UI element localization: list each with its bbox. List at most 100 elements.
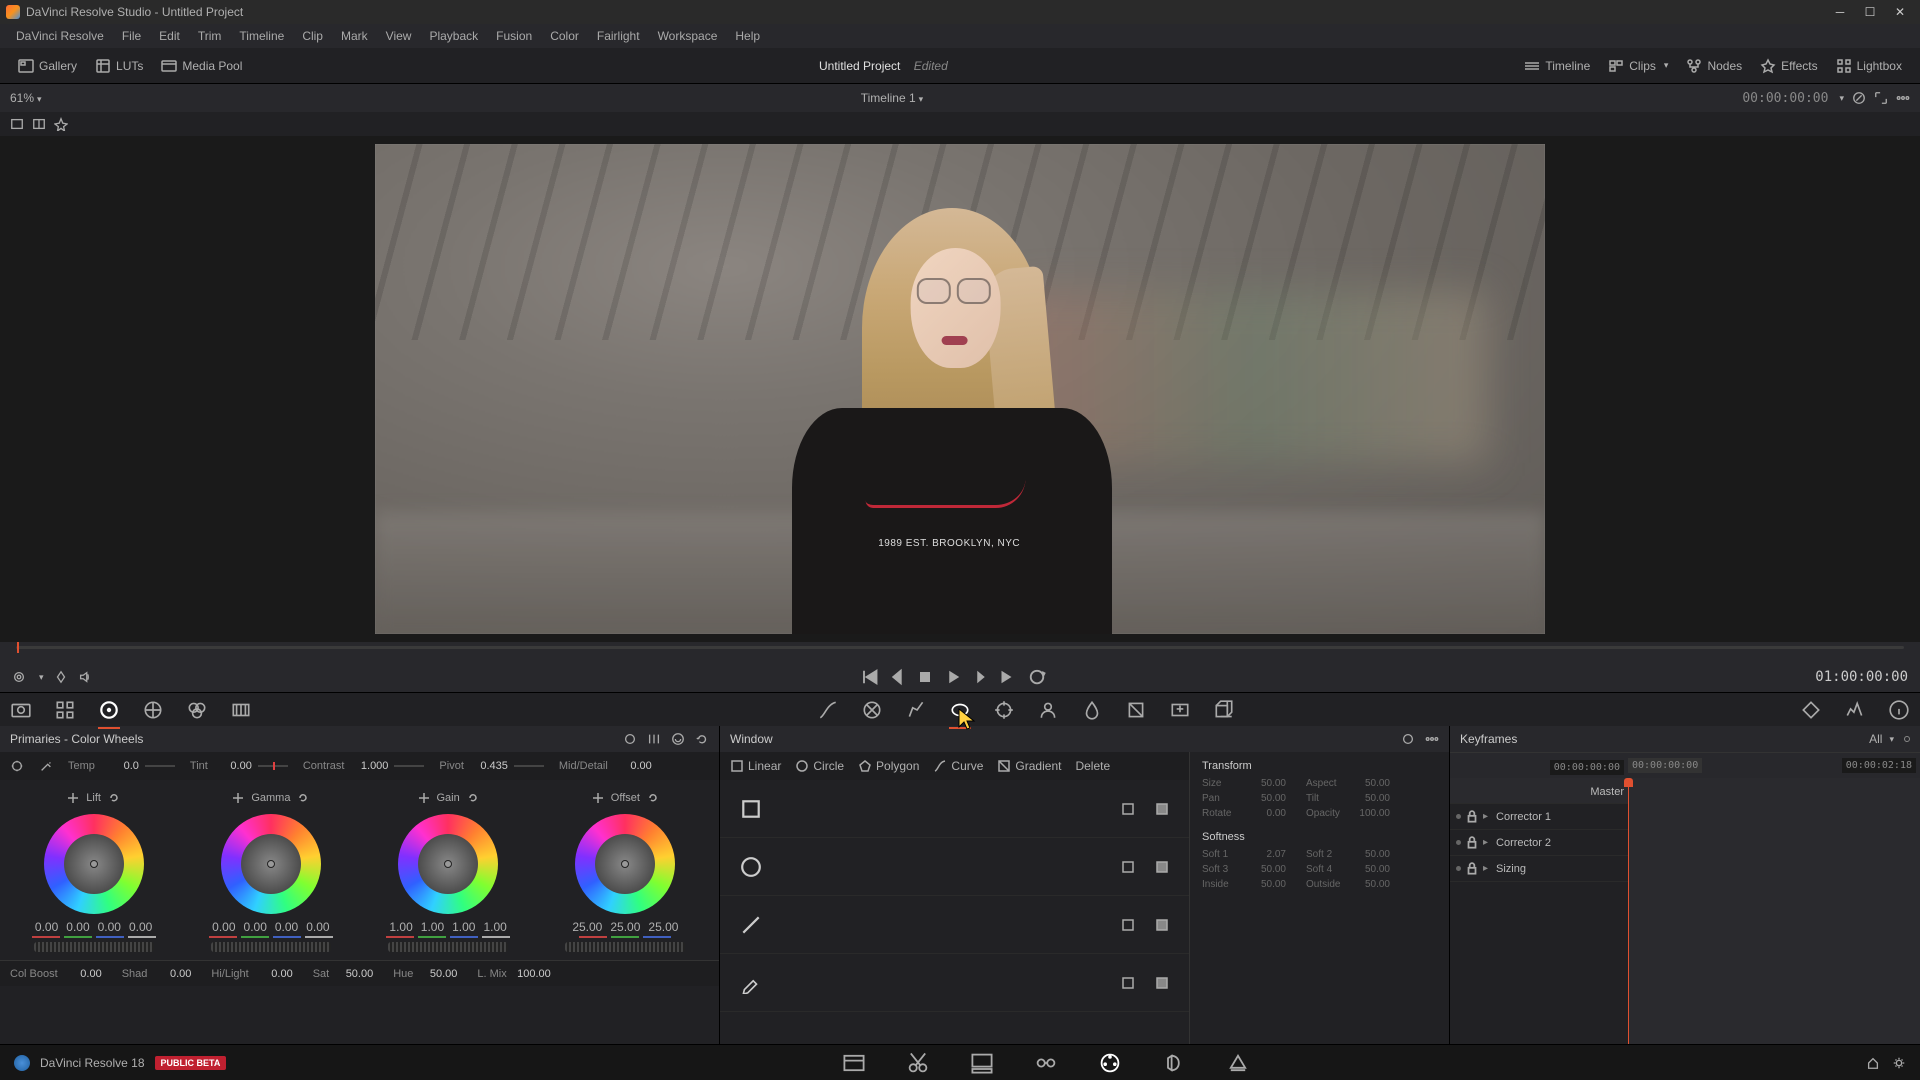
color-wheel-offset[interactable] (575, 814, 675, 914)
color-wheels-icon[interactable] (98, 699, 120, 721)
shape-circle-row[interactable] (720, 838, 1189, 896)
record-timecode[interactable]: 01:00:00:00 (1815, 669, 1908, 685)
hue-value[interactable]: 50.00 (419, 968, 457, 980)
hdr-wheels-icon[interactable] (142, 699, 164, 721)
shape-curve-row[interactable] (720, 896, 1189, 954)
colboost-value[interactable]: 0.00 (64, 968, 102, 980)
keyframes-playhead[interactable] (1628, 778, 1629, 1044)
camera-raw-icon[interactable] (10, 699, 32, 721)
prev-button[interactable] (887, 667, 907, 687)
viewer-image[interactable]: 1989 EST. BROOKLYN, NYC (375, 144, 1545, 634)
menu-trim[interactable]: Trim (190, 26, 230, 46)
shad-value[interactable]: 0.00 (153, 968, 191, 980)
loop-button[interactable] (1027, 667, 1047, 687)
sat-value[interactable]: 50.00 (335, 968, 373, 980)
bars-mode-icon[interactable] (647, 732, 661, 746)
temp-value[interactable]: 0.0 (101, 760, 139, 772)
lock-icon[interactable] (1465, 810, 1479, 824)
expand-icon[interactable]: ▸ (1483, 837, 1488, 848)
wheel-picker-icon[interactable] (66, 791, 80, 805)
wheel-reset-icon[interactable] (646, 791, 660, 805)
expand-icon[interactable] (1874, 91, 1888, 105)
window-icon[interactable] (949, 699, 971, 721)
linear-tab[interactable]: Linear (730, 759, 781, 773)
rgb-mixer-icon[interactable] (186, 699, 208, 721)
wheels-mode-icon[interactable] (623, 732, 637, 746)
pivot-value[interactable]: 0.435 (470, 760, 508, 772)
wheel-jog[interactable] (565, 942, 685, 952)
lock-icon[interactable] (1465, 836, 1479, 850)
window-preset-icon[interactable] (1401, 732, 1415, 746)
wheel-reset-icon[interactable] (296, 791, 310, 805)
menu-clip[interactable]: Clip (294, 26, 331, 46)
mute-icon[interactable] (78, 670, 92, 684)
lmix-value[interactable]: 100.00 (513, 968, 551, 980)
color-checker-icon[interactable] (54, 699, 76, 721)
timeline-button[interactable]: Timeline (1516, 54, 1598, 78)
project-settings-icon[interactable] (1892, 1056, 1906, 1070)
stop-button[interactable] (915, 667, 935, 687)
pick-white-icon[interactable] (39, 759, 53, 773)
info-icon[interactable] (1888, 699, 1910, 721)
menu-help[interactable]: Help (727, 26, 768, 46)
nodes-button[interactable]: Nodes (1678, 54, 1750, 78)
last-frame-button[interactable] (999, 667, 1019, 687)
menu-file[interactable]: File (114, 26, 149, 46)
keyframe-mode-icon[interactable] (1800, 699, 1822, 721)
middetail-value[interactable]: 0.00 (614, 760, 652, 772)
timecode-display[interactable]: 00:00:00:00 (1742, 91, 1828, 106)
curve-tab[interactable]: Curve (933, 759, 983, 773)
luts-button[interactable]: LUTs (87, 54, 151, 78)
circle-tab[interactable]: Circle (795, 759, 844, 773)
close-button[interactable]: ✕ (1886, 2, 1914, 22)
expand-icon[interactable]: ▸ (1483, 811, 1488, 822)
fairlight-page[interactable] (1162, 1051, 1186, 1075)
menu-fairlight[interactable]: Fairlight (589, 26, 648, 46)
log-mode-icon[interactable] (671, 732, 685, 746)
edit-page[interactable] (970, 1051, 994, 1075)
key-icon[interactable] (1125, 699, 1147, 721)
mediapool-button[interactable]: Media Pool (153, 54, 250, 78)
wheel-picker-icon[interactable] (591, 791, 605, 805)
first-frame-button[interactable] (859, 667, 879, 687)
curves-icon[interactable] (817, 699, 839, 721)
reset-icon[interactable] (695, 732, 709, 746)
color-wheel-gamma[interactable] (221, 814, 321, 914)
menu-view[interactable]: View (378, 26, 420, 46)
menu-playback[interactable]: Playback (421, 26, 486, 46)
polygon-tab[interactable]: Polygon (858, 759, 919, 773)
shape-pen-row[interactable] (720, 954, 1189, 1012)
keyframes-filter[interactable]: All▾ (1869, 732, 1910, 746)
wheel-jog[interactable] (388, 942, 508, 952)
menu-timeline[interactable]: Timeline (231, 26, 292, 46)
menu-fusion[interactable]: Fusion (488, 26, 540, 46)
fusion-page[interactable] (1034, 1051, 1058, 1075)
wheel-reset-icon[interactable] (466, 791, 480, 805)
effects-button[interactable]: Effects (1752, 54, 1825, 78)
menu-color[interactable]: Color (542, 26, 587, 46)
magic-mask-icon[interactable] (1037, 699, 1059, 721)
home-icon[interactable] (1866, 1056, 1880, 1070)
zoom-value[interactable]: 61%▾ (10, 91, 42, 105)
bypass-icon[interactable] (1852, 91, 1866, 105)
media-page[interactable] (842, 1051, 866, 1075)
color-wheel-lift[interactable] (44, 814, 144, 914)
image-wipe-icon[interactable] (10, 117, 24, 131)
timeline-name-dropdown[interactable]: Timeline 1▾ (861, 91, 923, 105)
shape-invert-icon[interactable] (1121, 802, 1135, 816)
color-page[interactable] (1098, 1051, 1122, 1075)
minimize-button[interactable]: ─ (1826, 2, 1854, 22)
split-screen-icon[interactable] (32, 117, 46, 131)
contrast-value[interactable]: 1.000 (350, 760, 388, 772)
scrubber[interactable] (0, 642, 1920, 662)
wheel-picker-icon[interactable] (231, 791, 245, 805)
menu-davinci[interactable]: DaVinci Resolve (8, 26, 112, 46)
lightbox-button[interactable]: Lightbox (1828, 54, 1910, 78)
shape-mask-icon[interactable] (1155, 802, 1169, 816)
clips-button[interactable]: Clips▾ (1600, 54, 1676, 78)
gallery-button[interactable]: Gallery (10, 54, 85, 78)
scopes-icon[interactable] (1844, 699, 1866, 721)
motion-effects-icon[interactable] (230, 699, 252, 721)
tracking-icon[interactable] (993, 699, 1015, 721)
hilight-value[interactable]: 0.00 (255, 968, 293, 980)
